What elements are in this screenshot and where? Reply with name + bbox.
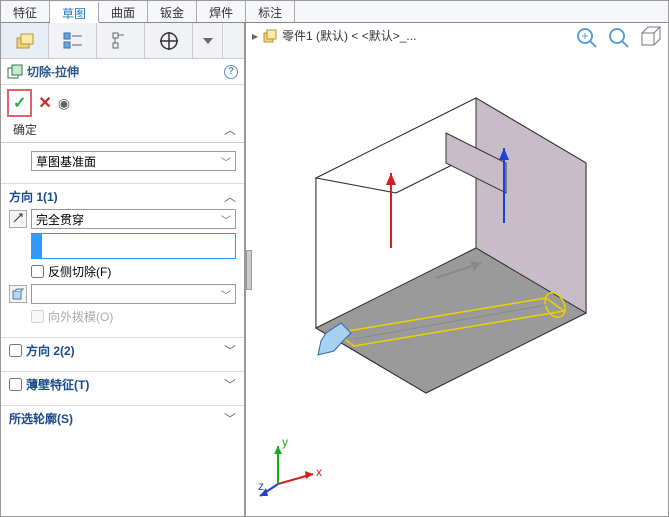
confirm-row: ✓ ✕ ◉ bbox=[1, 85, 244, 121]
flip-side-checkbox[interactable]: 反侧切除(F) bbox=[31, 263, 236, 280]
thin-feature-expand-icon[interactable]: ﹀ bbox=[224, 376, 236, 393]
contour-section: 所选轮廓(S) ﹀ bbox=[1, 405, 244, 439]
tab-feature[interactable]: 特征 bbox=[1, 1, 50, 22]
tab-weldment[interactable]: 焊件 bbox=[197, 1, 246, 22]
triad-z: z bbox=[258, 479, 264, 493]
from-collapse-icon[interactable]: ︿ bbox=[224, 121, 236, 138]
flip-side-input[interactable] bbox=[31, 265, 44, 278]
thin-feature-section: 薄壁特征(T) ﹀ bbox=[1, 371, 244, 405]
ribbon-tabs: 特征 草图 曲面 钣金 焊件 标注 bbox=[1, 1, 668, 23]
tab-surface[interactable]: 曲面 bbox=[99, 1, 148, 22]
ok-button[interactable]: ✓ bbox=[7, 89, 32, 117]
direction1-collapse-icon[interactable]: ︿ bbox=[224, 188, 236, 205]
draft-outward-input bbox=[31, 310, 44, 323]
thin-feature-title: 薄壁特征(T) bbox=[26, 376, 89, 393]
graphics-viewport[interactable]: ▸ 零件1 (默认) < <默认>_... bbox=[246, 23, 668, 516]
reverse-direction-button[interactable] bbox=[9, 210, 27, 228]
cancel-button[interactable]: ✕ bbox=[38, 93, 51, 113]
direction2-enable[interactable] bbox=[9, 344, 22, 357]
triad-x: x bbox=[316, 465, 322, 479]
contour-title: 所选轮廓(S) bbox=[9, 410, 73, 427]
panel-tab-bar bbox=[1, 23, 244, 59]
triad-y: y bbox=[282, 435, 288, 449]
end-condition-dropdown[interactable]: 完全贯穿 ﹀ bbox=[31, 209, 236, 229]
chevron-down-icon: ﹀ bbox=[221, 212, 231, 227]
draft-button[interactable] bbox=[9, 285, 27, 303]
view-triad[interactable]: x y z bbox=[258, 434, 328, 504]
property-panel: 切除-拉伸 ? ✓ ✕ ◉ 确定 ︿ 草图基准面 ﹀ 方向 1(1) ︿ bbox=[1, 23, 246, 516]
tab-annotation[interactable]: 标注 bbox=[246, 1, 295, 22]
tab-sketch[interactable]: 草图 bbox=[50, 2, 99, 23]
panel-tab-feature-tree[interactable] bbox=[1, 23, 49, 58]
draft-angle-field[interactable]: ﹀ bbox=[31, 284, 236, 304]
direction1-title: 方向 1(1) bbox=[9, 188, 58, 205]
feature-title: 切除-拉伸 bbox=[27, 63, 79, 80]
direction2-title: 方向 2(2) bbox=[26, 342, 75, 359]
contour-expand-icon[interactable]: ﹀ bbox=[224, 410, 236, 427]
direction2-section: 方向 2(2) ﹀ bbox=[1, 337, 244, 371]
help-icon[interactable]: ? bbox=[224, 65, 238, 79]
draft-outward-label: 向外拨模(O) bbox=[48, 308, 113, 325]
panel-tab-property[interactable] bbox=[49, 23, 97, 58]
panel-tab-more[interactable] bbox=[193, 23, 223, 58]
chevron-down-icon: ﹀ bbox=[221, 154, 231, 169]
tab-sheetmetal[interactable]: 钣金 bbox=[148, 1, 197, 22]
cut-extrude-icon bbox=[7, 64, 23, 80]
direction1-section: 方向 1(1) ︿ 完全贯穿 ﹀ 反侧切除(F) bbox=[1, 183, 244, 337]
confirm-label: 确定 bbox=[13, 121, 37, 138]
panel-tab-config[interactable] bbox=[97, 23, 145, 58]
direction2-expand-icon[interactable]: ﹀ bbox=[224, 342, 236, 359]
from-plane-value: 草图基准面 bbox=[36, 153, 96, 170]
flip-side-label: 反侧切除(F) bbox=[48, 263, 111, 280]
checkmark-icon: ✓ bbox=[13, 95, 26, 112]
draft-outward-checkbox: 向外拨模(O) bbox=[31, 308, 236, 325]
from-plane-dropdown[interactable]: 草图基准面 ﹀ bbox=[31, 151, 236, 171]
end-condition-value: 完全贯穿 bbox=[36, 211, 84, 228]
direction-vector-field[interactable] bbox=[31, 233, 236, 259]
preview-toggle[interactable]: ◉ bbox=[58, 95, 70, 112]
thin-feature-enable[interactable] bbox=[9, 378, 22, 391]
chevron-down-icon: ﹀ bbox=[221, 287, 231, 302]
feature-header: 切除-拉伸 ? bbox=[1, 59, 244, 85]
selection-highlight bbox=[32, 234, 42, 258]
from-section: 草图基准面 ﹀ bbox=[1, 142, 244, 183]
panel-tab-dimxpert[interactable] bbox=[145, 23, 193, 58]
